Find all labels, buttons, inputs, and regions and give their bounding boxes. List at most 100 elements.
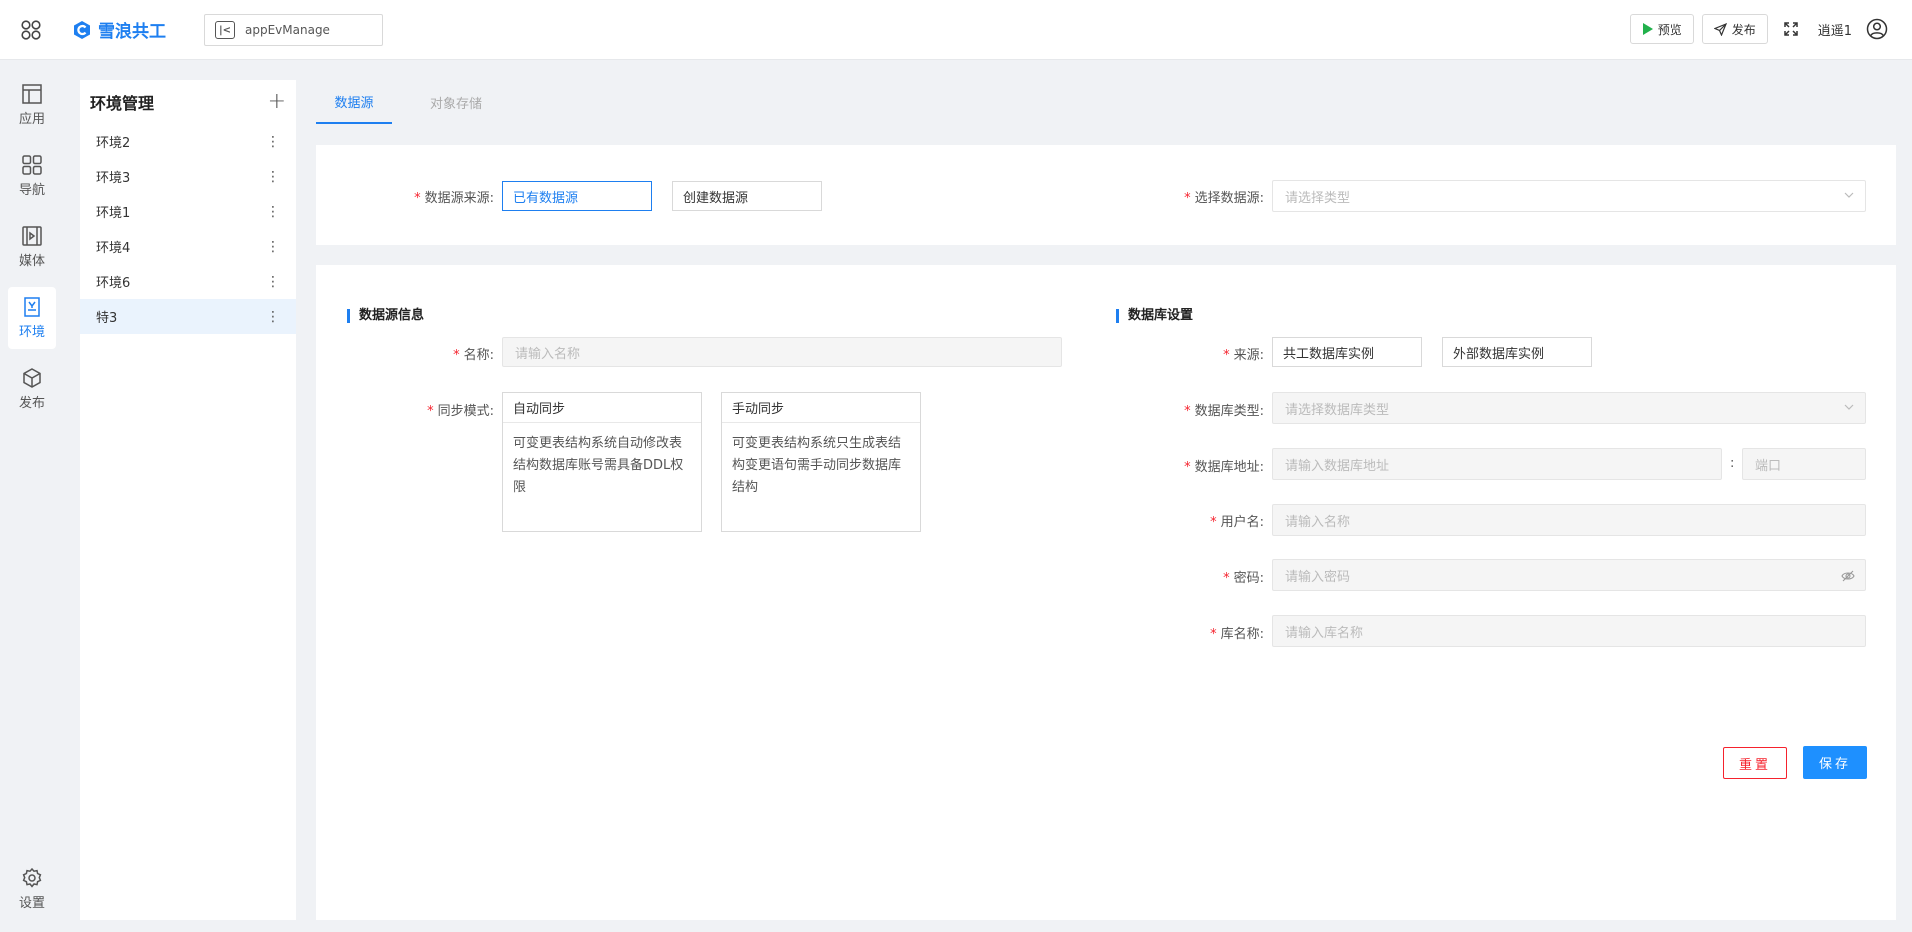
origin-internal-option[interactable]: 共工数据库实例 [1272,337,1422,367]
more-icon[interactable]: ⋮ [266,204,280,220]
more-icon[interactable]: ⋮ [266,134,280,150]
source-label: * 数据源来源: [414,191,494,206]
env-sidebar: 环境管理 + 环境2 ⋮ 环境3 ⋮ 环境1 ⋮ 环境4 ⋮ 环境6 ⋮ 特3 … [80,80,296,920]
rail-item-env[interactable]: 环境 [8,287,56,349]
send-icon [1713,22,1727,36]
app-grid-icon[interactable] [14,14,48,46]
select-source-label: * 选择数据源: [1184,191,1264,206]
preview-label: 预览 [1657,22,1682,37]
rail-label: 设置 [18,896,45,911]
publish-label: 发布 [1731,22,1756,37]
username[interactable]: 逍遥1 [1818,20,1852,39]
name-input[interactable]: 请输入名称 [502,337,1062,367]
db-password-input[interactable]: 请输入密码 [1272,559,1866,591]
option-create-source[interactable]: 创建数据源 [672,181,822,211]
tab-object-storage[interactable]: 对象存储 [418,80,494,124]
select-source-dropdown[interactable]: 请选择类型 [1272,180,1866,212]
db-username-input[interactable]: 请输入名称 [1272,504,1866,536]
icon-rail: 应用 导航 媒体 环境 发布 设置 [0,60,64,932]
more-icon[interactable]: ⋮ [266,169,280,185]
sync-mode-manual-card[interactable]: 手动同步 可变更表结构系统只生成表结构变更语句需手动同步数据库结构 [721,392,921,532]
env-item[interactable]: 环境4 ⋮ [80,229,296,264]
env-item-label: 环境1 [96,206,131,221]
datasource-origin-card: * 数据源来源: 已有数据源 创建数据源 * 选择数据源: 请选择类型 [316,145,1896,245]
port-separator: : [1730,456,1735,471]
username-label: * 用户名: [1210,515,1264,530]
sync-mode-auto-title: 自动同步 [503,393,701,423]
chevron-down-icon [1844,192,1854,198]
more-icon[interactable]: ⋮ [266,239,280,255]
rail-item-nav[interactable]: 导航 [8,145,56,207]
user-avatar-icon[interactable] [1862,14,1892,44]
sync-mode-auto-card[interactable]: 自动同步 可变更表结构系统自动修改表结构数据库账号需具备DDL权限 [502,392,702,532]
add-env-icon[interactable]: + [268,91,286,113]
db-type-placeholder: 请选择数据库类型 [1285,402,1390,418]
brand-logo: 雪浪共工 [72,17,166,42]
password-label: * 密码: [1223,571,1264,586]
origin-external-option[interactable]: 外部数据库实例 [1442,337,1592,367]
sidebar-title: 环境管理 [90,94,155,113]
tab-datasource[interactable]: 数据源 [316,80,392,124]
save-button[interactable]: 保存 [1803,746,1867,779]
env-item[interactable]: 环境1 ⋮ [80,194,296,229]
rail-label: 应用 [18,112,45,127]
fullscreen-icon[interactable] [1776,14,1806,44]
env-item-label: 环境6 [96,276,131,291]
env-item[interactable]: 特3 ⋮ [80,299,296,334]
rail-label: 发布 [18,396,45,411]
rail-item-settings[interactable]: 设置 [8,858,56,920]
port-input[interactable]: 端口 [1742,448,1866,480]
env-item[interactable]: 环境2 ⋮ [80,124,296,159]
media-icon [22,226,42,246]
grid-icon [22,155,42,175]
sync-mode-label: * 同步模式: [427,404,494,419]
origin-label: * 来源: [1223,348,1264,363]
env-icon [24,297,40,317]
dbname-label: * 库名称: [1210,627,1264,642]
more-icon[interactable]: ⋮ [266,309,280,325]
env-item[interactable]: 环境6 ⋮ [80,264,296,299]
option-existing-source[interactable]: 已有数据源 [502,181,652,211]
env-item-label: 环境2 [96,136,131,151]
eye-off-icon[interactable] [1841,569,1855,583]
rail-label: 环境 [18,325,45,340]
cube-icon [23,368,41,388]
app-name: appEvManage [245,23,330,37]
db-address-input[interactable]: 请输入数据库地址 [1272,448,1722,480]
rail-item-app[interactable]: 应用 [8,74,56,136]
rail-label: 导航 [18,183,45,198]
section-title-info: 数据源信息 [347,309,424,323]
publish-button[interactable]: 发布 [1701,14,1768,44]
gear-icon [22,867,42,888]
db-name-input[interactable]: 请输入库名称 [1272,615,1866,647]
sync-mode-auto-desc: 可变更表结构系统自动修改表结构数据库账号需具备DDL权限 [513,436,684,495]
brand-logo-icon [74,20,90,39]
rail-item-publish[interactable]: 发布 [8,358,56,420]
env-item-label: 特3 [96,311,118,326]
top-bar: 雪浪共工 |< appEvManage 预览 发布 逍遥1 [0,0,1912,60]
sync-mode-manual-desc: 可变更表结构系统只生成表结构变更语句需手动同步数据库结构 [732,436,902,495]
env-item-label: 环境3 [96,171,131,186]
play-icon [1642,23,1653,35]
datasource-detail-card: 数据源信息 * 名称: 请输入名称 * 同步模式: 自动同步 可变更表结构系统自动修… [316,265,1896,920]
main-tabs: 数据源 对象存储 [316,80,520,124]
sync-mode-manual-title: 手动同步 [722,393,920,423]
password-placeholder: 请输入密码 [1285,569,1351,585]
env-item[interactable]: 环境3 ⋮ [80,159,296,194]
preview-button[interactable]: 预览 [1629,14,1694,44]
more-icon[interactable]: ⋮ [266,274,280,290]
name-label: * 名称: [453,348,494,363]
select-source-placeholder: 请选择类型 [1285,190,1351,206]
back-icon: |< [215,21,235,39]
db-type-label: * 数据库类型: [1184,404,1264,419]
reset-button[interactable]: 重置 [1723,747,1787,779]
db-address-label: * 数据库地址: [1184,460,1264,475]
section-title-db: 数据库设置 [1116,309,1193,323]
db-type-select[interactable]: 请选择数据库类型 [1272,392,1866,424]
brand-name: 雪浪共工 [98,22,166,42]
app-switcher[interactable]: |< appEvManage [204,14,383,46]
rail-item-media[interactable]: 媒体 [8,216,56,278]
layout-icon [22,84,42,104]
env-item-label: 环境4 [96,241,131,256]
rail-label: 媒体 [18,254,45,269]
